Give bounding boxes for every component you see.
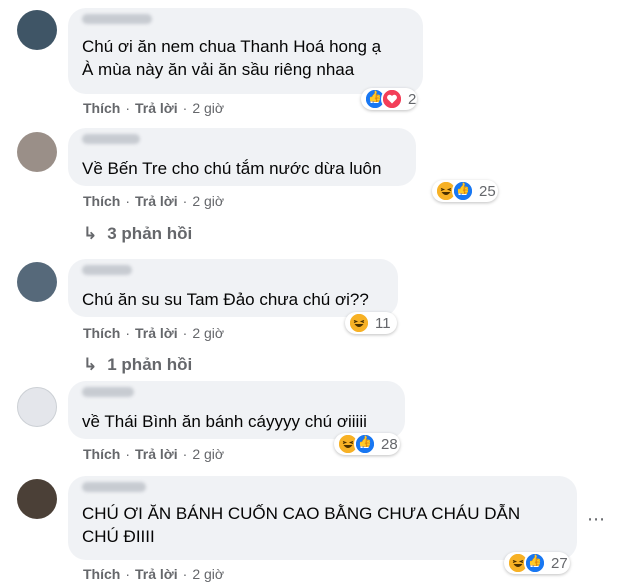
comment-bubble: Về Bến Tre cho chú tắm nước dừa luôn: [68, 128, 416, 186]
separator-dot: ·: [125, 446, 131, 462]
author-name-blurred[interactable]: [82, 14, 152, 24]
reaction-summary[interactable]: 11: [345, 312, 397, 334]
reaction-summary[interactable]: 25: [432, 180, 498, 202]
avatar[interactable]: [17, 479, 57, 519]
comment-text: Về Bến Tre cho chú tắm nước dừa luôn: [82, 159, 382, 178]
comment-text: về Thái Bình ăn bánh cáyyyy chú ơiiiii: [82, 412, 367, 431]
separator-dot: ·: [182, 446, 188, 462]
comment-actions: Thích · Trả lời · 2 giờ: [83, 100, 224, 116]
reply-button[interactable]: Trả lời: [135, 325, 178, 341]
author-name-blurred[interactable]: [82, 387, 134, 397]
separator-dot: ·: [125, 325, 131, 341]
like-button[interactable]: Thích: [83, 325, 120, 341]
avatar[interactable]: [17, 387, 57, 427]
comment-bubble: Chú ơi ăn nem chua Thanh Hoá hong ạ À mù…: [68, 8, 423, 94]
avatar[interactable]: [17, 10, 57, 50]
timestamp[interactable]: 2 giờ: [192, 446, 224, 462]
reply-button[interactable]: Trả lời: [135, 446, 178, 462]
view-replies-link[interactable]: ↳ 1 phản hồi: [83, 355, 192, 375]
comment-actions: Thích · Trả lời · 2 giờ: [83, 193, 224, 209]
reaction-count: 11: [375, 314, 391, 332]
reaction-count: 2: [408, 90, 417, 108]
like-button[interactable]: Thích: [83, 446, 120, 462]
like-icon: [452, 180, 474, 202]
like-button[interactable]: Thích: [83, 566, 120, 582]
replies-count-label: 3 phản hồi: [107, 224, 193, 243]
love-icon: [381, 88, 403, 110]
timestamp[interactable]: 2 giờ: [192, 566, 224, 582]
like-button[interactable]: Thích: [83, 100, 120, 116]
comment-text: CHÚ ƠI ĂN BÁNH CUỐN CAO BẰNG CHƯA CHÁU D…: [82, 504, 521, 546]
timestamp[interactable]: 2 giờ: [192, 100, 224, 116]
comment-text: Chú ơi ăn nem chua Thanh Hoá hong ạ À mù…: [82, 37, 382, 79]
reply-arrow-icon: ↳: [83, 224, 98, 243]
haha-icon: [348, 312, 370, 334]
reaction-count: 27: [551, 554, 568, 572]
avatar[interactable]: [17, 132, 57, 172]
author-name-blurred[interactable]: [82, 482, 146, 492]
timestamp[interactable]: 2 giờ: [192, 325, 224, 341]
like-button[interactable]: Thích: [83, 193, 120, 209]
avatar[interactable]: [17, 262, 57, 302]
reaction-summary[interactable]: 27: [504, 552, 570, 574]
more-horizontal-icon[interactable]: ⋯: [587, 509, 606, 530]
reaction-count: 28: [381, 435, 398, 453]
comment-actions: Thích · Trả lời · 2 giờ: [83, 566, 224, 582]
separator-dot: ·: [182, 325, 188, 341]
timestamp[interactable]: 2 giờ: [192, 193, 224, 209]
comment-actions: Thích · Trả lời · 2 giờ: [83, 446, 224, 462]
author-name-blurred[interactable]: [82, 265, 132, 275]
reply-button[interactable]: Trả lời: [135, 193, 178, 209]
comment-text: Chú ăn su su Tam Đảo chưa chú ơi??: [82, 290, 369, 309]
reply-arrow-icon: ↳: [83, 355, 98, 374]
separator-dot: ·: [182, 566, 188, 582]
reaction-summary[interactable]: 28: [334, 433, 400, 455]
reaction-summary[interactable]: 2: [361, 88, 417, 110]
reply-button[interactable]: Trả lời: [135, 566, 178, 582]
author-name-blurred[interactable]: [82, 134, 140, 144]
reaction-count: 25: [479, 182, 496, 200]
replies-count-label: 1 phản hồi: [107, 355, 193, 374]
view-replies-link[interactable]: ↳ 3 phản hồi: [83, 224, 192, 244]
comment-actions: Thích · Trả lời · 2 giờ: [83, 325, 224, 341]
separator-dot: ·: [125, 566, 131, 582]
like-icon: [354, 433, 376, 455]
comment-bubble: Chú ăn su su Tam Đảo chưa chú ơi??: [68, 259, 398, 317]
separator-dot: ·: [182, 100, 188, 116]
comment-bubble: về Thái Bình ăn bánh cáyyyy chú ơiiiii: [68, 381, 405, 439]
separator-dot: ·: [182, 193, 188, 209]
separator-dot: ·: [125, 100, 131, 116]
like-icon: [524, 552, 546, 574]
separator-dot: ·: [125, 193, 131, 209]
comment-bubble: CHÚ ƠI ĂN BÁNH CUỐN CAO BẰNG CHƯA CHÁU D…: [68, 476, 577, 560]
reply-button[interactable]: Trả lời: [135, 100, 178, 116]
